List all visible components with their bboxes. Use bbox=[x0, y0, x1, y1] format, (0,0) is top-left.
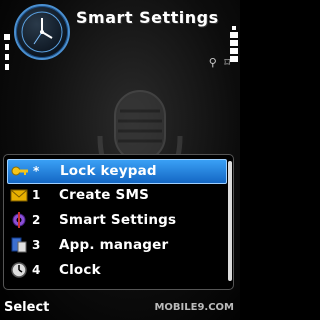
menu-list: * Lock keypad 1 Create SMS 2 Smart Setti… bbox=[3, 154, 234, 290]
menu-item-shortcut: 2 bbox=[32, 213, 41, 227]
settings-icon bbox=[12, 212, 26, 228]
key-icon bbox=[11, 166, 28, 176]
select-softkey[interactable]: Select bbox=[4, 300, 49, 315]
menu-item-label: Clock bbox=[59, 262, 101, 278]
app-manager-icon bbox=[11, 237, 27, 253]
scrollbar[interactable] bbox=[228, 161, 232, 281]
envelope-icon bbox=[10, 189, 28, 202]
analog-clock-widget bbox=[14, 4, 70, 60]
menu-item-label: Create SMS bbox=[59, 187, 150, 203]
menu-item-label: Lock keypad bbox=[60, 163, 157, 179]
menu-item-lock-keypad[interactable]: * Lock keypad bbox=[7, 159, 227, 184]
page-title: Smart Settings bbox=[76, 8, 219, 27]
menu-item-shortcut: * bbox=[33, 164, 40, 178]
menu-item-smart-settings[interactable]: 2 Smart Settings bbox=[7, 209, 225, 232]
clock-face-icon bbox=[21, 11, 63, 53]
phone-screen: Smart Settings ⚲ ⌑ * Lock keypad 1 Creat… bbox=[0, 0, 240, 320]
menu-item-shortcut: 4 bbox=[32, 263, 41, 277]
softkey-bar: Select MOBILE9.COM bbox=[0, 296, 240, 320]
status-indicator-icons: ⚲ ⌑ bbox=[208, 56, 232, 69]
watermark: MOBILE9.COM bbox=[154, 302, 234, 313]
menu-item-create-sms[interactable]: 1 Create SMS bbox=[7, 184, 225, 207]
clock-icon bbox=[11, 262, 27, 278]
signal-strength-icon bbox=[2, 34, 12, 86]
menu-item-shortcut: 1 bbox=[32, 188, 41, 202]
menu-item-label: App. manager bbox=[59, 237, 169, 253]
menu-item-label: Smart Settings bbox=[59, 212, 177, 228]
menu-item-shortcut: 3 bbox=[32, 238, 41, 252]
menu-item-app-manager[interactable]: 3 App. manager bbox=[7, 234, 225, 257]
menu-item-clock[interactable]: 4 Clock bbox=[7, 259, 225, 282]
